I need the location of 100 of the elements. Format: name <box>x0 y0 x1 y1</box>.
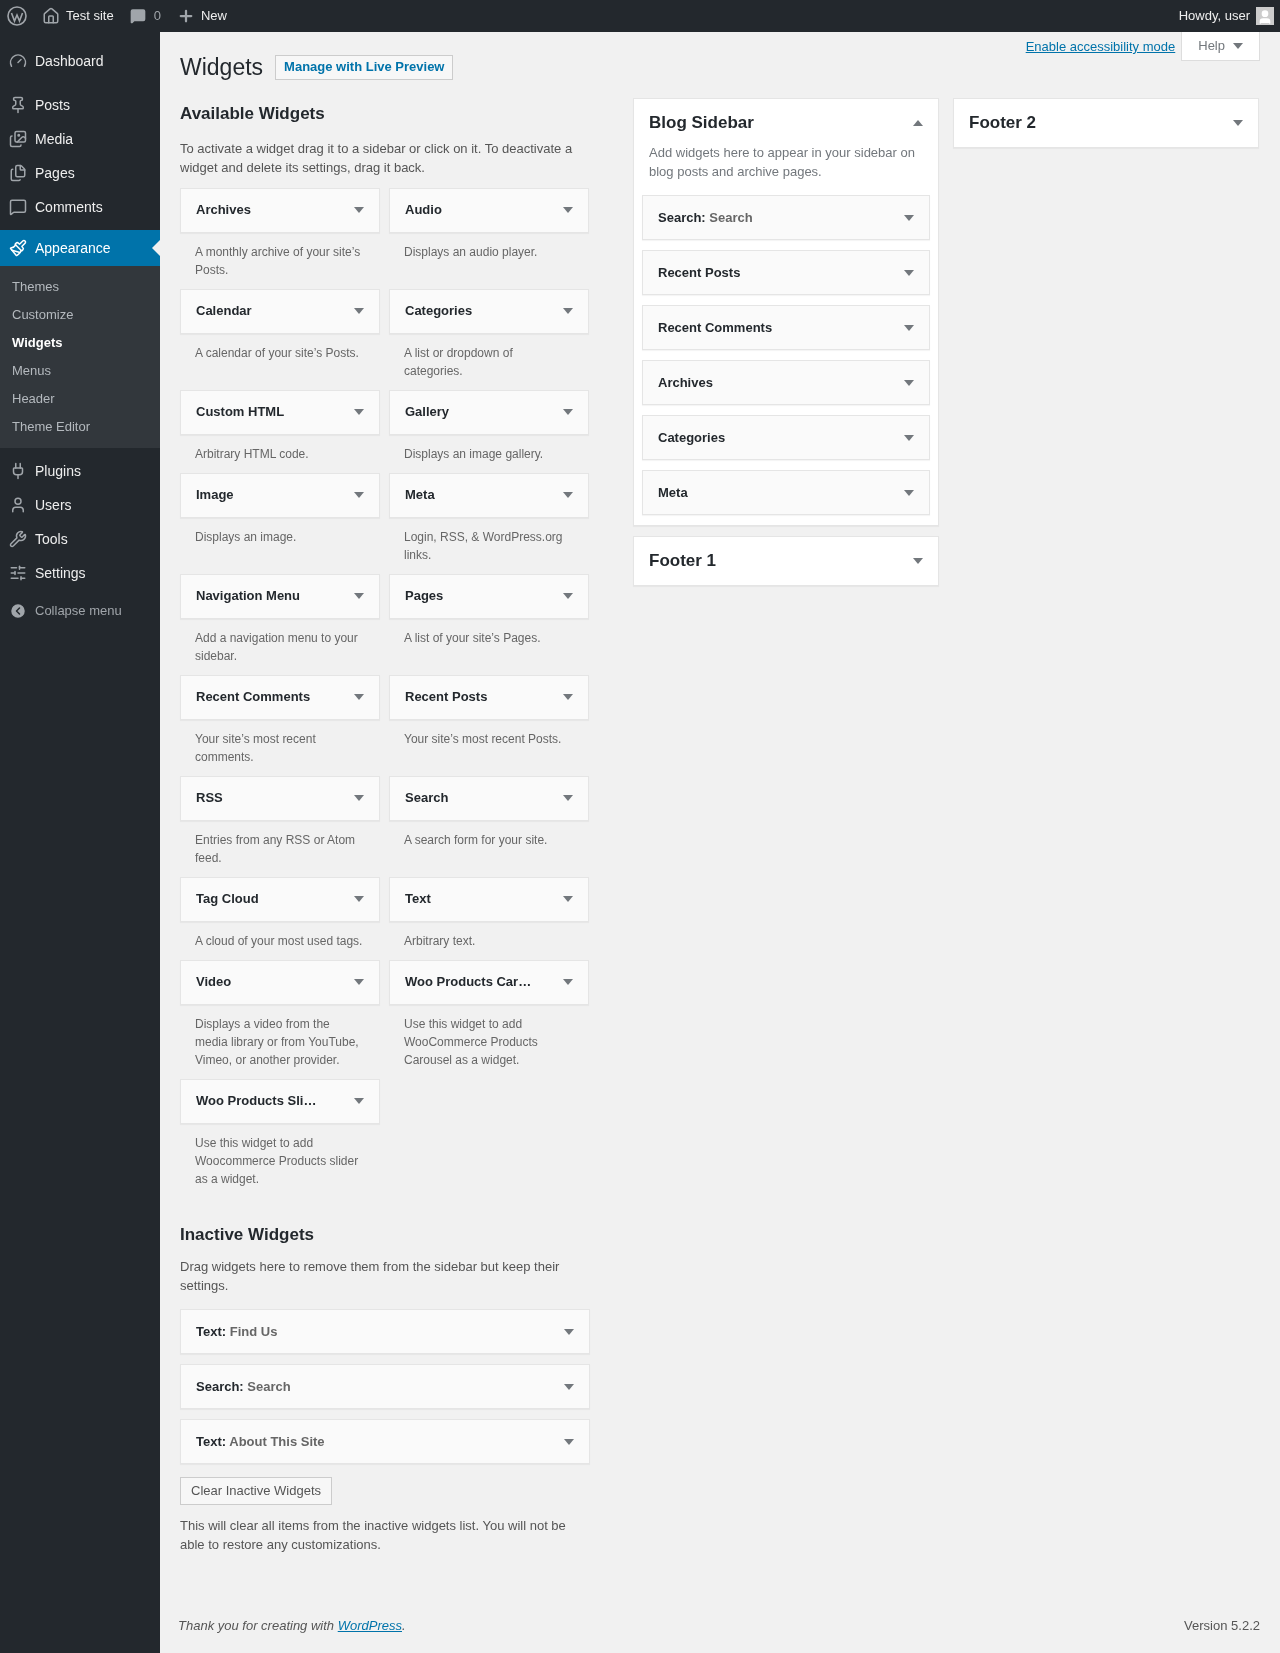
widget-bar[interactable]: RSS <box>180 775 380 821</box>
widget-bar[interactable]: Text: About This Site <box>180 1419 590 1464</box>
caret-down-icon[interactable] <box>354 795 364 801</box>
collapse-menu-button[interactable]: Collapse menu <box>0 594 160 628</box>
caret-down-icon[interactable] <box>354 492 364 498</box>
caret-down-icon[interactable] <box>563 308 573 314</box>
widget-bar[interactable]: Search: Search <box>180 1364 590 1409</box>
widget-title: Search: Search <box>658 208 753 227</box>
caret-down-icon[interactable] <box>904 214 914 221</box>
widget-bar[interactable]: Woo Products Sli… <box>180 1078 380 1124</box>
caret-down-icon[interactable] <box>904 434 914 441</box>
widget-bar[interactable]: Recent Posts <box>389 674 589 720</box>
widget-bar[interactable]: Woo Products Car… <box>389 959 589 1005</box>
widget-bar[interactable]: Search: Search <box>642 195 930 240</box>
widget-bar[interactable]: Image <box>180 472 380 518</box>
caret-down-icon[interactable] <box>354 593 364 599</box>
widget-description: A calendar of your site’s Posts. <box>194 344 360 362</box>
submenu-item[interactable]: Themes <box>0 273 160 301</box>
caret-down-icon[interactable] <box>1233 43 1243 49</box>
caret-down-icon[interactable] <box>564 1383 574 1390</box>
caret-down-icon[interactable] <box>563 694 573 700</box>
caret-down-icon[interactable] <box>354 979 364 985</box>
widget-bar[interactable]: Meta <box>389 472 589 518</box>
widget-description: A search form for your site. <box>403 831 549 849</box>
widget-bar[interactable]: Search <box>389 775 589 821</box>
widget-bar[interactable]: Calendar <box>180 288 380 334</box>
caret-down-icon[interactable] <box>354 207 364 213</box>
widget-bar[interactable]: Video <box>180 959 380 1005</box>
new-link[interactable]: New <box>168 6 235 26</box>
widget-bar[interactable]: Custom HTML <box>180 389 380 435</box>
wordpress-logo-icon[interactable] <box>7 6 27 26</box>
widget-title: Archives <box>658 373 713 392</box>
widget-bar[interactable]: Tag Cloud <box>180 876 380 922</box>
avatar-icon <box>1256 7 1274 25</box>
submenu-item[interactable]: Customize <box>0 301 160 329</box>
widget-description: A monthly archive of your site’s Posts. <box>194 243 362 279</box>
caret-down-icon[interactable] <box>563 492 573 498</box>
site-link[interactable]: Test site <box>34 6 122 26</box>
comments-link[interactable]: 0 <box>121 6 169 26</box>
caret-down-icon[interactable] <box>1233 120 1243 126</box>
caret-down-icon[interactable] <box>354 694 364 700</box>
caret-down-icon[interactable] <box>563 207 573 213</box>
menu-item[interactable]: Appearance <box>0 230 160 266</box>
caret-up-icon[interactable] <box>913 120 923 126</box>
caret-down-icon[interactable] <box>904 489 914 496</box>
widget-title: Pages <box>405 587 444 606</box>
sidebar-title: Footer 2 <box>969 112 1037 135</box>
widget-bar[interactable]: Audio <box>389 187 589 233</box>
caret-down-icon[interactable] <box>563 409 573 415</box>
caret-down-icon[interactable] <box>354 896 364 902</box>
widget-bar[interactable]: Recent Comments <box>642 305 930 350</box>
account-menu[interactable]: Howdy, user <box>1178 6 1280 26</box>
caret-down-icon[interactable] <box>563 896 573 902</box>
widget-bar[interactable]: Gallery <box>389 389 589 435</box>
gauge-icon <box>9 52 27 70</box>
sidebar-description: Add widgets here to appear in your sidebar on blog posts and archive pages. <box>648 144 916 181</box>
caret-down-icon[interactable] <box>563 795 573 801</box>
caret-down-icon[interactable] <box>354 308 364 314</box>
widget-bar[interactable]: Pages <box>389 573 589 619</box>
caret-down-icon[interactable] <box>913 558 923 564</box>
widget-bar[interactable]: Meta <box>642 470 930 515</box>
widget-description: Your site’s most recent Posts. <box>403 730 563 748</box>
widget-bar[interactable]: Navigation Menu <box>180 573 380 619</box>
widget-description: Arbitrary HTML code. <box>194 445 310 463</box>
widget-description: Login, RSS, & WordPress.org links. <box>403 528 564 564</box>
widget-bar[interactable]: Text <box>389 876 589 922</box>
accessibility-link[interactable]: Enable accessibility mode <box>1025 37 1176 57</box>
widget-bar[interactable]: Text: Find Us <box>180 1309 590 1354</box>
live-preview-button[interactable]: Manage with Live Preview <box>275 54 454 80</box>
widget-title: Text: About This Site <box>196 1432 325 1451</box>
submenu-item[interactable]: Widgets <box>0 329 160 357</box>
widget-bar[interactable]: Categories <box>389 288 589 334</box>
help-tab[interactable]: Help <box>1181 32 1260 61</box>
widget-description: Your site’s most recent comments. <box>194 730 317 766</box>
widget-bar[interactable]: Archives <box>180 187 380 233</box>
widget-bar[interactable]: Archives <box>642 360 930 405</box>
caret-down-icon[interactable] <box>904 269 914 276</box>
caret-down-icon[interactable] <box>354 409 364 415</box>
caret-down-icon[interactable] <box>563 979 573 985</box>
current-pointer-icon <box>152 240 160 256</box>
widget-title: Categories <box>658 428 726 447</box>
widget-bar[interactable]: Categories <box>642 415 930 460</box>
submenu-item[interactable]: Menus <box>0 357 160 385</box>
caret-down-icon[interactable] <box>904 324 914 331</box>
caret-down-icon[interactable] <box>564 1328 574 1335</box>
widget-title: Categories <box>405 302 473 321</box>
submenu-item[interactable]: Theme Editor <box>0 413 160 441</box>
widget-bar[interactable]: Recent Posts <box>642 250 930 295</box>
wordpress-link[interactable]: WordPress <box>337 1618 402 1634</box>
caret-down-icon[interactable] <box>564 1438 574 1445</box>
widget-title: Woo Products Sli… <box>196 1092 317 1111</box>
caret-down-icon[interactable] <box>563 593 573 599</box>
widget-description: Displays a video from the media library or from YouTube, Vimeo, or another provider. <box>194 1015 360 1069</box>
caret-down-icon[interactable] <box>904 379 914 386</box>
caret-down-icon[interactable] <box>354 1098 364 1104</box>
submenu-item[interactable]: Header <box>0 385 160 413</box>
collapse-icon <box>9 602 27 620</box>
widget-description: A list of your site’s Pages. <box>403 629 542 647</box>
widget-bar[interactable]: Recent Comments <box>180 674 380 720</box>
widget-description: Use this widget to add WooCommerce Products Carousel as a widget. <box>403 1015 539 1069</box>
